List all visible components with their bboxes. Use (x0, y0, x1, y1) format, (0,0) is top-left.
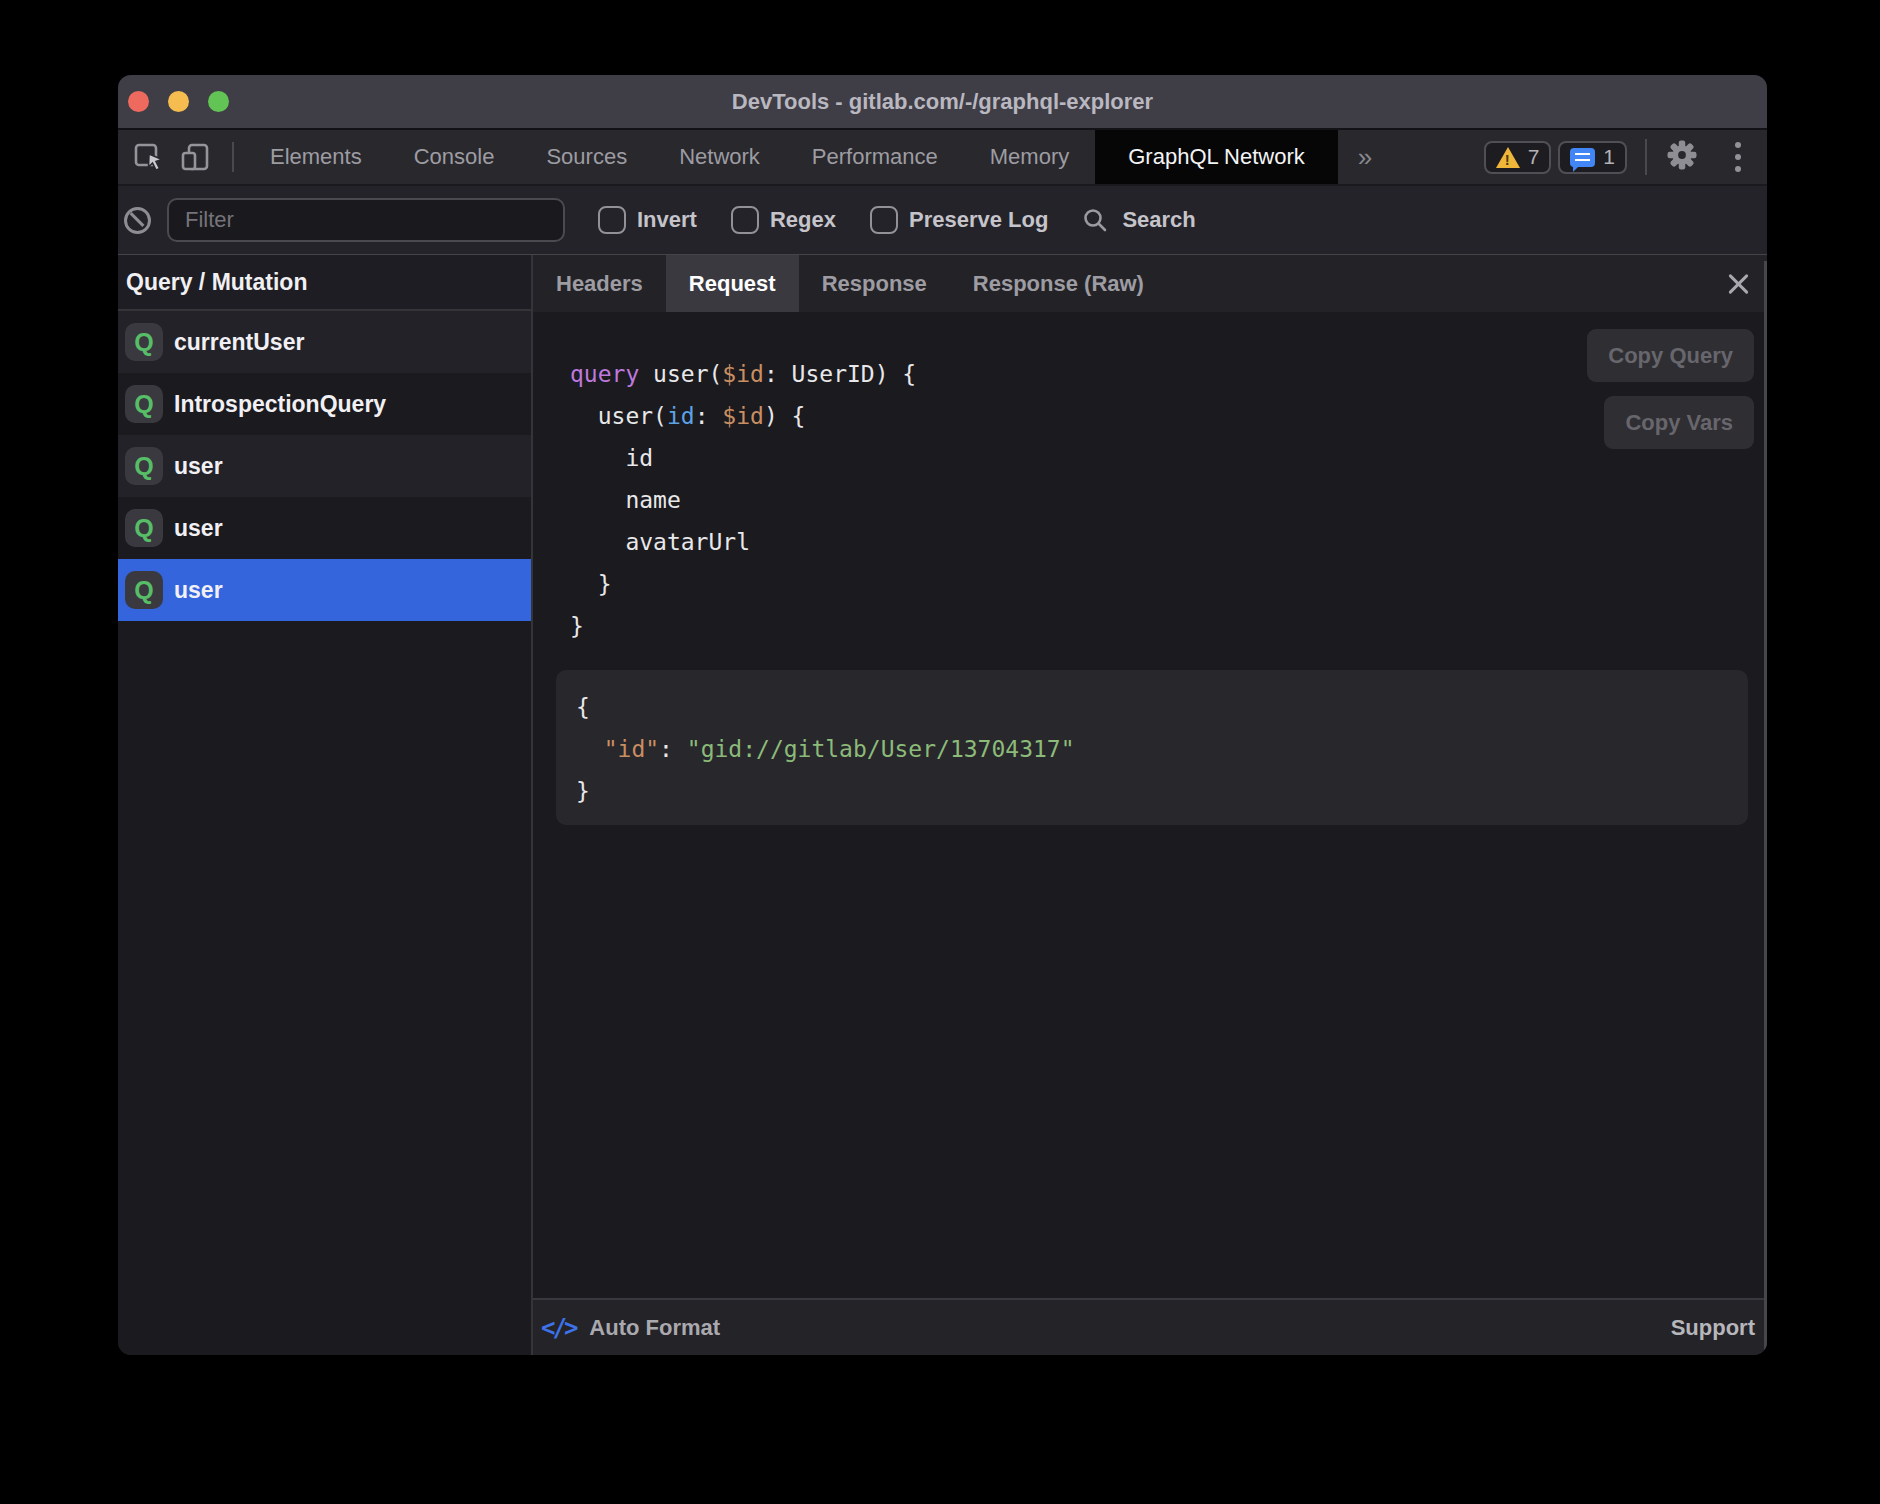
copy-buttons: Copy Query Copy Vars (1587, 329, 1754, 449)
query-type-badge: Q (125, 323, 163, 361)
devtools-tab-console[interactable]: Console (388, 130, 521, 184)
code-line: { (576, 686, 1728, 728)
query-type-badge: Q (125, 571, 163, 609)
devtools-tab-memory[interactable]: Memory (964, 130, 1095, 184)
code-line: "id": "gid://gitlab/User/13704317" (576, 728, 1728, 770)
devtools-tab-performance[interactable]: Performance (786, 130, 964, 184)
devtools-window: DevTools - gitlab.com/-/graphql-explorer… (118, 75, 1767, 1355)
search-button[interactable]: Search (1082, 207, 1195, 233)
issues-badge[interactable]: 1 (1558, 141, 1627, 174)
preserve-log-checkbox-group: Preserve Log (870, 206, 1048, 234)
request-panel: query user($id: UserID) { user(id: $id) … (533, 312, 1767, 1298)
filter-bar: Invert Regex Preserve Log Search (118, 184, 1767, 255)
invert-checkbox[interactable] (598, 206, 626, 234)
query-type-badge: Q (125, 509, 163, 547)
minimize-window-button[interactable] (168, 91, 189, 112)
query-name-label: user (174, 515, 223, 542)
search-icon (1082, 207, 1108, 233)
regex-label: Regex (770, 207, 836, 233)
settings-gear-icon[interactable] (1665, 138, 1699, 177)
regex-checkbox-group: Regex (731, 206, 836, 234)
code-line: name (570, 479, 1767, 521)
query-type-badge: Q (125, 447, 163, 485)
code-line: } (570, 605, 1767, 647)
query-list-item[interactable]: Quser (118, 435, 531, 497)
query-list-item[interactable]: Quser (118, 559, 531, 621)
close-window-button[interactable] (128, 91, 149, 112)
toolbar-right-group: 7 1 (1477, 138, 1745, 177)
maximize-window-button[interactable] (208, 91, 229, 112)
detail-tabs: HeadersRequestResponseResponse (Raw) (533, 255, 1767, 312)
code-line: } (570, 563, 1767, 605)
copy-vars-button[interactable]: Copy Vars (1604, 396, 1754, 449)
detail-tab-request[interactable]: Request (666, 255, 799, 312)
query-name-label: IntrospectionQuery (174, 391, 386, 418)
regex-checkbox[interactable] (731, 206, 759, 234)
query-name-label: user (174, 453, 223, 480)
device-toolbar-icon[interactable] (180, 142, 214, 172)
detail-panel: HeadersRequestResponseResponse (Raw) que… (533, 255, 1767, 1355)
detail-tab-response[interactable]: Response (799, 255, 950, 312)
copy-query-button[interactable]: Copy Query (1587, 329, 1754, 382)
query-list-item[interactable]: QcurrentUser (118, 311, 531, 373)
invert-label: Invert (637, 207, 697, 233)
detail-tab-response-raw-[interactable]: Response (Raw) (950, 255, 1167, 312)
warnings-badge[interactable]: 7 (1484, 141, 1552, 174)
devtools-tab-elements[interactable]: Elements (244, 130, 388, 184)
code-line: avatarUrl (570, 521, 1767, 563)
variables-box: { "id": "gid://gitlab/User/13704317"} (556, 670, 1748, 825)
search-label: Search (1122, 207, 1195, 233)
devtools-tab-sources[interactable]: Sources (520, 130, 653, 184)
filter-input[interactable] (167, 198, 565, 242)
query-list-item[interactable]: Quser (118, 497, 531, 559)
footer-bar: </> Auto Format Support (533, 1298, 1767, 1355)
preserve-log-checkbox[interactable] (870, 206, 898, 234)
message-count: 1 (1603, 145, 1615, 169)
detail-tab-headers[interactable]: Headers (533, 255, 666, 312)
query-list-item[interactable]: Q IntrospectionQuery (118, 373, 531, 435)
code-format-icon: </> (541, 1314, 575, 1342)
main-area: Query / Mutation QcurrentUserQIntrospect… (118, 255, 1767, 1355)
devtools-tab-graphql-network[interactable]: GraphQL Network (1095, 130, 1337, 184)
query-list-panel: Query / Mutation QcurrentUserQIntrospect… (118, 255, 533, 1355)
toolbar-divider (1645, 139, 1647, 175)
traffic-lights (128, 75, 229, 128)
more-tabs-chevron-icon[interactable]: » (1338, 142, 1392, 173)
query-name-label: user (174, 577, 223, 604)
devtools-tab-network[interactable]: Network (653, 130, 786, 184)
close-panel-icon[interactable] (1725, 271, 1751, 297)
devtools-toolbar: ElementsConsoleSourcesNetworkPerformance… (118, 128, 1767, 184)
window-title: DevTools - gitlab.com/-/graphql-explorer (732, 89, 1153, 115)
warning-count: 7 (1528, 145, 1540, 169)
devtools-tabs: ElementsConsoleSourcesNetworkPerformance… (244, 130, 1338, 184)
code-line: } (576, 770, 1728, 812)
query-list-header: Query / Mutation (118, 255, 531, 311)
window-titlebar: DevTools - gitlab.com/-/graphql-explorer (118, 75, 1767, 128)
preserve-log-label: Preserve Log (909, 207, 1048, 233)
support-link[interactable]: Support (1671, 1315, 1755, 1341)
invert-checkbox-group: Invert (598, 206, 697, 234)
inspect-element-icon[interactable] (134, 142, 164, 172)
variables-code: { "id": "gid://gitlab/User/13704317"} (576, 686, 1728, 812)
toolbar-divider (232, 142, 234, 172)
clear-filter-icon[interactable] (124, 207, 151, 234)
message-bubble-icon (1570, 148, 1595, 167)
query-type-badge: Q (125, 385, 163, 423)
query-list: QcurrentUserQIntrospectionQueryQuserQuse… (118, 311, 531, 621)
query-name-label: currentUser (174, 329, 304, 356)
auto-format-button[interactable]: Auto Format (589, 1315, 720, 1341)
more-options-icon[interactable] (1735, 142, 1745, 172)
warning-icon (1496, 147, 1520, 168)
